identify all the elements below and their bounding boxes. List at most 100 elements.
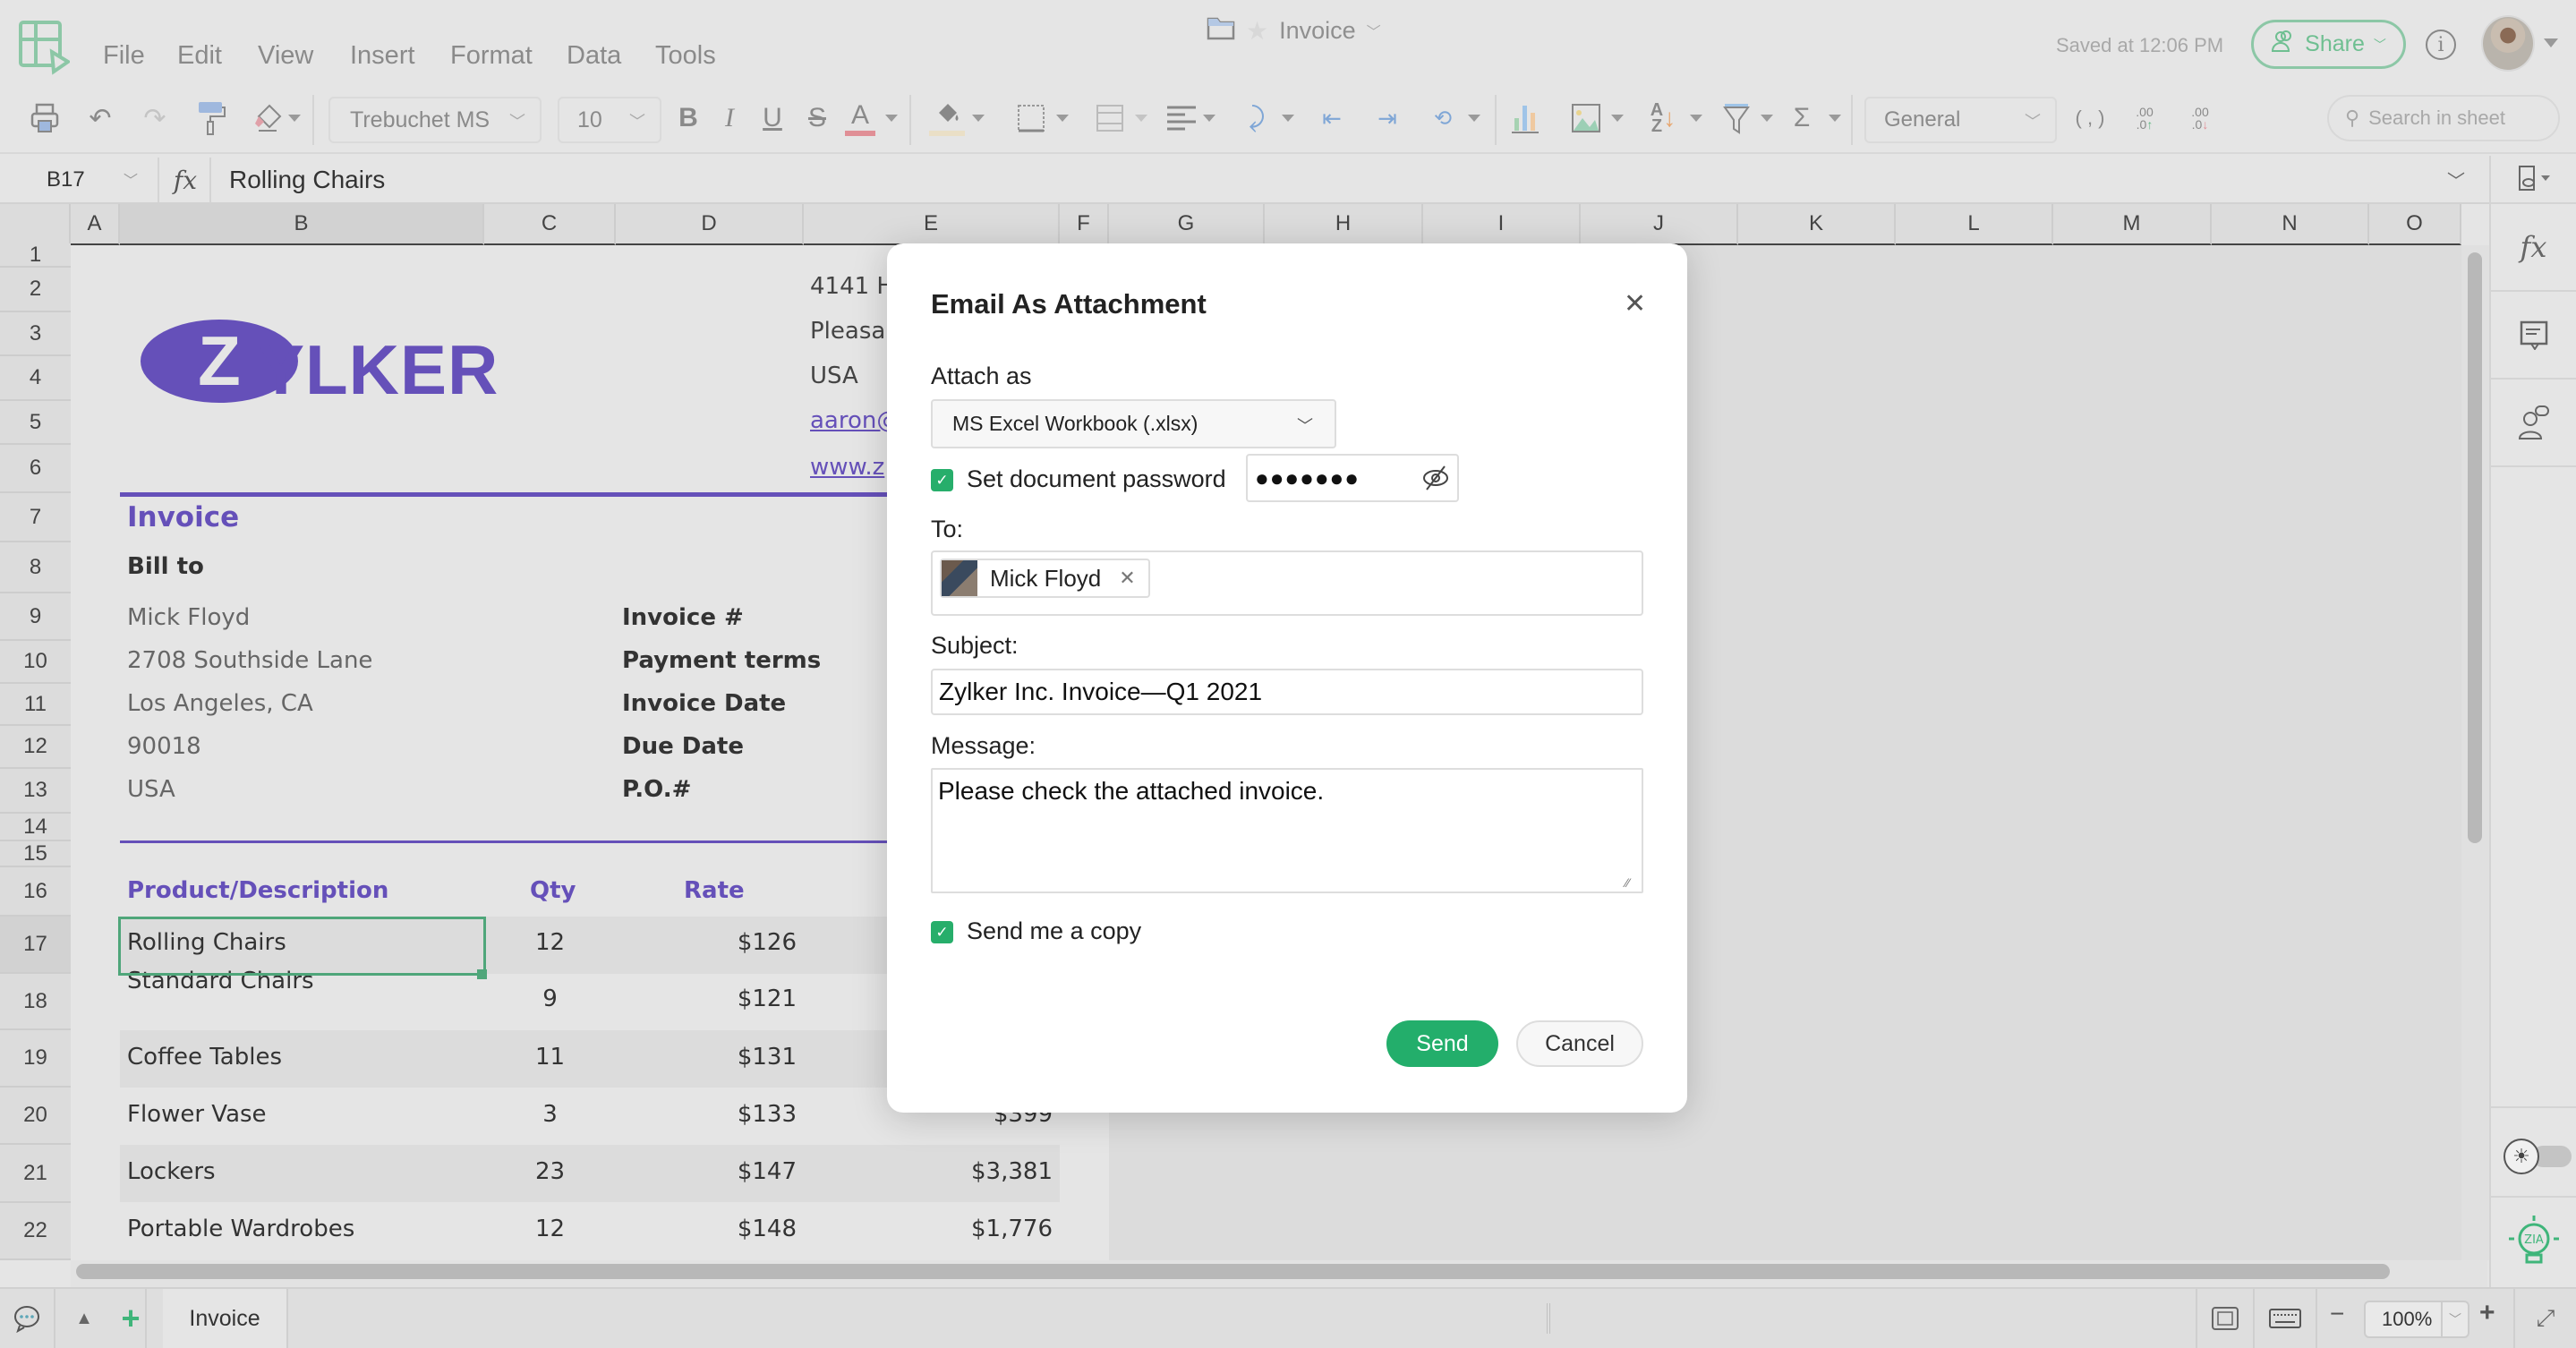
row-header-12[interactable]: 12 [0,726,71,769]
filter-icon[interactable] [1720,100,1753,136]
row-header-16[interactable]: 16 [0,867,71,917]
item-rate[interactable]: $147 [616,1158,797,1185]
column-header-i[interactable]: I [1423,204,1581,245]
send-copy-checkbox[interactable]: ✓ [931,921,953,943]
item-amount[interactable]: $3,381 [804,1158,1053,1185]
image-icon[interactable] [1568,100,1604,136]
row-header-21[interactable]: 21 [0,1145,71,1203]
share-button[interactable]: Share ﹀ [2251,20,2406,69]
clear-format-icon[interactable] [251,100,286,136]
fill-color-icon[interactable] [929,100,965,136]
theme-toggle[interactable]: ☀ [2491,1106,2576,1196]
item-qty[interactable]: 12 [484,929,616,956]
menu-file[interactable]: File [103,41,145,71]
fill-handle[interactable] [477,969,487,979]
number-format-select[interactable]: General ﹀ [1864,97,2057,143]
zoom-in-button[interactable]: + [2479,1298,2495,1328]
redo-icon[interactable]: ↷ [137,100,173,136]
set-password-checkbox[interactable]: ✓ [931,469,953,491]
increase-decimal-icon[interactable]: .00.0↑ [2130,100,2159,136]
fit-screen-icon[interactable] [2196,1289,2255,1348]
column-header-b[interactable]: B [120,204,484,245]
row-header-4[interactable]: 4 [0,356,71,401]
zoom-out-button[interactable]: − [2330,1300,2344,1328]
row-header-5[interactable]: 5 [0,401,71,445]
row-header-17[interactable]: 17 [0,917,71,974]
caret-down-icon[interactable] [1761,115,1773,122]
chart-icon[interactable] [1509,100,1541,136]
item-rate[interactable]: $121 [616,985,797,1012]
undo-icon[interactable]: ↶ [82,100,118,136]
row-header-19[interactable]: 19 [0,1030,71,1088]
column-header-m[interactable]: M [2053,204,2212,245]
column-header-n[interactable]: N [2212,204,2369,245]
comma-style-icon[interactable]: ( , ) [2072,100,2108,136]
caret-down-icon[interactable] [1829,115,1841,122]
menu-tools[interactable]: Tools [655,41,716,71]
autosum-icon[interactable]: Σ [1788,100,1815,136]
caret-down-icon[interactable] [2544,38,2558,47]
column-header-f[interactable]: F [1060,204,1109,245]
column-header-j[interactable]: J [1581,204,1738,245]
selected-cell-B17[interactable] [118,917,486,976]
item-qty[interactable]: 23 [484,1158,616,1185]
collaborator-chat-icon[interactable] [2491,380,2576,467]
horizontal-scrollbar[interactable] [76,1264,2390,1279]
print-icon[interactable] [27,100,63,136]
caret-down-icon[interactable] [1135,115,1147,122]
select-all-corner[interactable] [0,204,71,245]
user-avatar[interactable] [2481,15,2535,72]
font-family-select[interactable]: Trebuchet MS ﹀ [328,97,542,143]
bold-icon[interactable]: B [673,100,704,136]
row-header-15[interactable]: 15 [0,841,71,867]
menu-data[interactable]: Data [567,41,621,71]
row-header-6[interactable]: 6 [0,445,71,493]
merge-cells-icon[interactable] [1092,100,1128,136]
chevron-down-icon[interactable]: ﹀ [1367,20,1381,41]
subject-input[interactable]: Zylker Inc. Invoice—Q1 2021 [931,669,1643,715]
company-website-link[interactable]: www.z [810,454,884,481]
document-title[interactable]: ★ Invoice ﹀ [1207,13,1381,48]
caret-down-icon[interactable] [1056,115,1069,122]
zia-lightbulb-icon[interactable]: ZIA [2491,1196,2576,1287]
menu-insert[interactable]: Insert [350,41,415,71]
caret-down-icon[interactable] [885,115,898,122]
chat-icon[interactable] [0,1289,55,1348]
item-qty[interactable]: 9 [484,985,616,1012]
item-rate[interactable]: $133 [616,1101,797,1128]
send-button[interactable]: Send [1386,1020,1498,1067]
caret-down-icon[interactable] [1690,115,1702,122]
row-header-2[interactable]: 2 [0,268,71,312]
view-options-icon[interactable] [2491,156,2576,204]
zoho-sheet-logo-icon[interactable] [18,20,72,75]
item-rate[interactable]: $148 [616,1216,797,1242]
underline-icon[interactable]: U [759,100,786,136]
item-product[interactable]: Flower Vase [127,1101,267,1128]
row-header-3[interactable]: 3 [0,312,71,356]
item-product[interactable]: Lockers [127,1158,216,1185]
eye-slash-icon[interactable] [1421,465,1450,498]
item-amount[interactable]: $1,776 [804,1216,1053,1242]
vertical-scrollbar[interactable] [2468,252,2482,843]
cancel-button[interactable]: Cancel [1516,1020,1643,1067]
set-password-label[interactable]: Set document password [967,465,1226,493]
caret-down-icon[interactable] [1468,115,1480,122]
add-sheet-icon[interactable]: + [116,1289,147,1348]
formula-input[interactable]: Rolling Chairs [229,158,2377,202]
caret-down-icon[interactable] [972,115,985,122]
document-name[interactable]: Invoice [1279,17,1356,45]
menu-format[interactable]: Format [450,41,533,71]
resize-grip-icon[interactable]: ⁄⁄ [1625,875,1630,890]
column-header-a[interactable]: A [71,204,120,245]
caret-down-icon[interactable] [1203,115,1215,122]
column-header-d[interactable]: D [616,204,804,245]
cell-reference-box[interactable]: B17 ﹀ [0,158,159,202]
item-qty[interactable]: 11 [484,1044,616,1071]
sort-icon[interactable]: A Z ↓ [1647,100,1679,136]
increase-indent-icon[interactable]: ⇥ [1371,100,1403,136]
recipient-chip[interactable]: Mick Floyd ✕ [940,559,1150,598]
row-header-11[interactable]: 11 [0,684,71,726]
star-icon[interactable]: ★ [1246,16,1268,46]
search-sheet-input[interactable]: ⚲ Search in sheet [2327,95,2560,141]
align-icon[interactable] [1165,100,1198,136]
